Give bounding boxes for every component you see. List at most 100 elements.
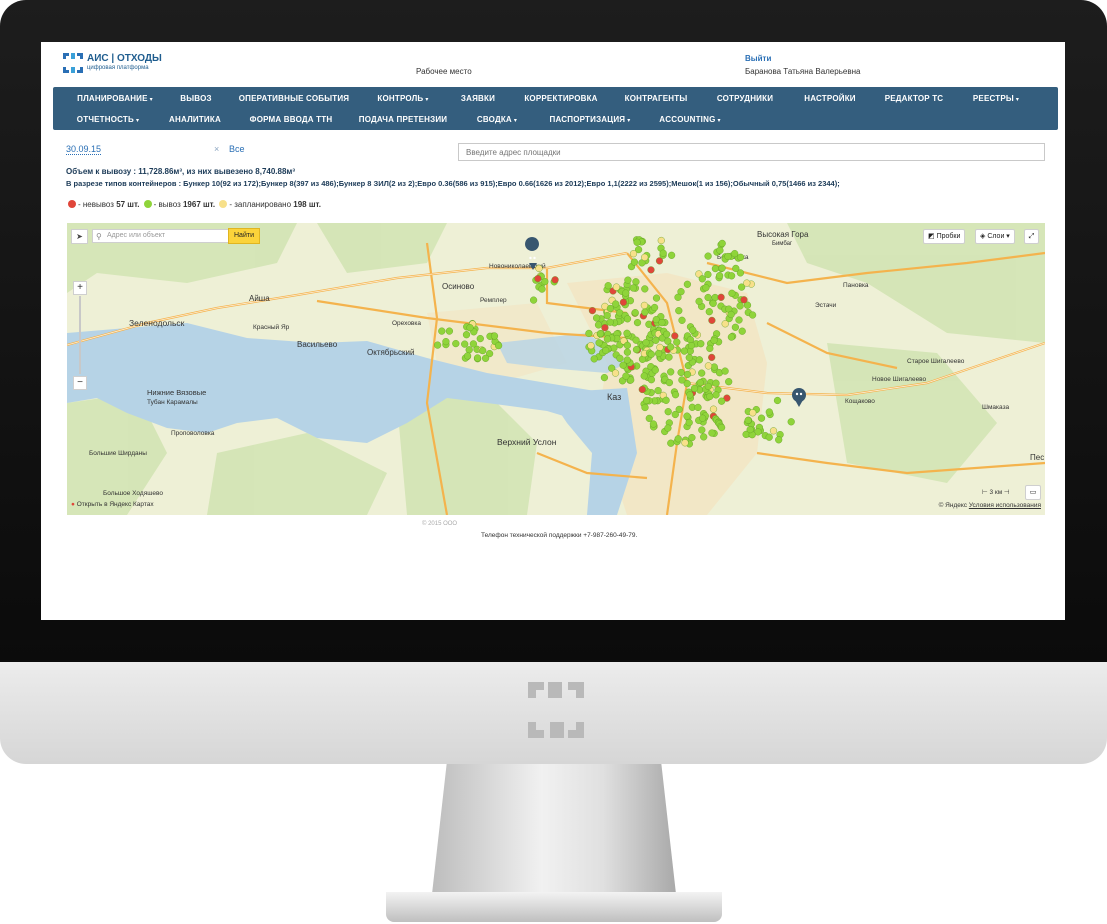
nav-planning[interactable]: ПЛАНИРОВАНИЕ ▾ — [77, 94, 153, 103]
site-marker[interactable] — [665, 379, 674, 387]
site-marker[interactable] — [649, 420, 658, 428]
site-marker[interactable] — [640, 372, 648, 380]
site-marker[interactable] — [596, 330, 605, 338]
nav-analytics[interactable]: АНАЛИТИКА — [169, 115, 221, 124]
date-picker[interactable]: 30.09.15 — [66, 144, 102, 155]
site-marker[interactable] — [594, 321, 603, 329]
site-marker[interactable] — [717, 293, 725, 301]
site-marker[interactable] — [704, 382, 712, 391]
site-marker[interactable] — [602, 346, 610, 355]
site-marker[interactable] — [452, 339, 460, 348]
site-marker[interactable] — [743, 279, 751, 287]
site-marker[interactable] — [698, 275, 706, 283]
site-marker[interactable] — [721, 320, 729, 328]
site-marker[interactable] — [765, 433, 773, 441]
app-logo[interactable]: АИС | ОТХОДЫ цифровая платформа — [63, 52, 183, 76]
site-marker[interactable] — [645, 414, 653, 423]
site-marker[interactable] — [740, 296, 748, 304]
site-marker[interactable] — [604, 282, 612, 290]
site-marker[interactable] — [667, 251, 676, 259]
nav-removal[interactable]: ВЫВОЗ — [180, 94, 211, 103]
site-marker[interactable] — [652, 336, 660, 344]
site-marker[interactable] — [641, 308, 649, 316]
site-marker[interactable] — [683, 412, 691, 420]
site-marker[interactable] — [686, 391, 694, 399]
site-marker[interactable] — [479, 346, 487, 355]
site-marker[interactable] — [708, 353, 716, 362]
site-marker[interactable] — [603, 335, 612, 343]
site-marker[interactable] — [732, 264, 740, 273]
nav-accounting[interactable]: ACCOUNTING ▾ — [659, 115, 720, 124]
site-marker[interactable] — [530, 296, 538, 304]
logout-link[interactable]: Выйти — [745, 54, 771, 63]
site-marker[interactable] — [715, 271, 724, 280]
site-marker[interactable] — [695, 356, 704, 364]
site-marker[interactable] — [623, 329, 631, 337]
site-marker[interactable] — [647, 350, 655, 358]
site-marker[interactable] — [603, 311, 611, 320]
site-marker[interactable] — [469, 340, 478, 348]
nav-control[interactable]: КОНТРОЛЬ ▾ — [377, 94, 428, 103]
site-marker[interactable] — [706, 344, 714, 353]
site-marker[interactable] — [718, 239, 726, 248]
all-dates-link[interactable]: Все — [229, 144, 245, 154]
site-marker[interactable] — [735, 316, 743, 324]
site-marker[interactable] — [612, 283, 621, 291]
site-marker[interactable] — [606, 318, 614, 326]
map-view[interactable]: Зеленодольск Айша Васильево Октябрьский … — [67, 223, 1045, 515]
site-marker[interactable] — [674, 293, 682, 301]
site-marker[interactable] — [633, 318, 642, 327]
traffic-button[interactable]: ◩ Пробки — [923, 229, 966, 244]
site-marker[interactable] — [538, 285, 546, 293]
site-marker[interactable] — [664, 408, 672, 416]
site-marker[interactable] — [717, 397, 726, 405]
nav-correction[interactable]: КОРРЕКТИРОВКА — [524, 94, 597, 103]
open-in-yandex-link[interactable]: ● Открыть в Яндекс Картах — [71, 501, 154, 508]
site-marker[interactable] — [710, 336, 718, 345]
site-marker[interactable] — [710, 363, 718, 371]
site-marker[interactable] — [773, 396, 782, 405]
site-marker[interactable] — [590, 355, 598, 363]
site-marker[interactable] — [716, 246, 724, 255]
site-marker[interactable] — [442, 337, 450, 346]
site-marker[interactable] — [736, 253, 745, 261]
nav-employees[interactable]: СОТРУДНИКИ — [717, 94, 773, 103]
site-marker[interactable] — [623, 356, 631, 364]
site-marker[interactable] — [466, 324, 474, 332]
site-marker[interactable] — [680, 347, 688, 355]
ruler-icon[interactable]: ▭ — [1025, 485, 1041, 500]
geolocation-icon[interactable]: ➤ — [71, 229, 88, 244]
site-marker[interactable] — [698, 414, 707, 422]
site-marker[interactable] — [534, 274, 542, 283]
site-marker[interactable] — [705, 308, 713, 316]
site-marker[interactable] — [689, 326, 697, 334]
site-marker[interactable] — [619, 298, 628, 306]
site-marker[interactable] — [688, 434, 696, 442]
site-marker[interactable] — [718, 264, 726, 272]
site-marker[interactable] — [588, 306, 597, 315]
site-marker[interactable] — [683, 370, 692, 379]
site-marker[interactable] — [675, 307, 683, 315]
site-marker[interactable] — [736, 302, 744, 310]
site-marker[interactable] — [678, 376, 686, 384]
site-marker[interactable] — [696, 379, 704, 387]
map-search-input[interactable]: ⚲ Адрес или объект — [92, 229, 229, 243]
site-marker[interactable] — [671, 391, 680, 399]
site-marker[interactable] — [623, 315, 632, 323]
site-marker[interactable] — [647, 266, 655, 274]
site-marker[interactable] — [658, 318, 666, 327]
site-marker[interactable] — [671, 410, 679, 419]
site-marker[interactable] — [551, 276, 559, 284]
site-marker[interactable] — [641, 403, 649, 412]
nav-requests[interactable]: ЗАЯВКИ — [461, 94, 495, 103]
nav-operational-events[interactable]: ОПЕРАТИВНЫЕ СОБЫТИЯ — [239, 94, 349, 103]
site-marker[interactable] — [461, 340, 469, 348]
site-marker[interactable] — [654, 387, 662, 395]
address-search-input[interactable] — [458, 143, 1045, 161]
site-marker[interactable] — [616, 354, 624, 362]
nav-claims[interactable]: ПОДАЧА ПРЕТЕНЗИИ — [359, 115, 448, 124]
site-marker[interactable] — [473, 354, 482, 362]
site-marker[interactable] — [641, 253, 649, 261]
site-marker[interactable] — [694, 403, 702, 412]
site-marker[interactable] — [664, 424, 672, 432]
